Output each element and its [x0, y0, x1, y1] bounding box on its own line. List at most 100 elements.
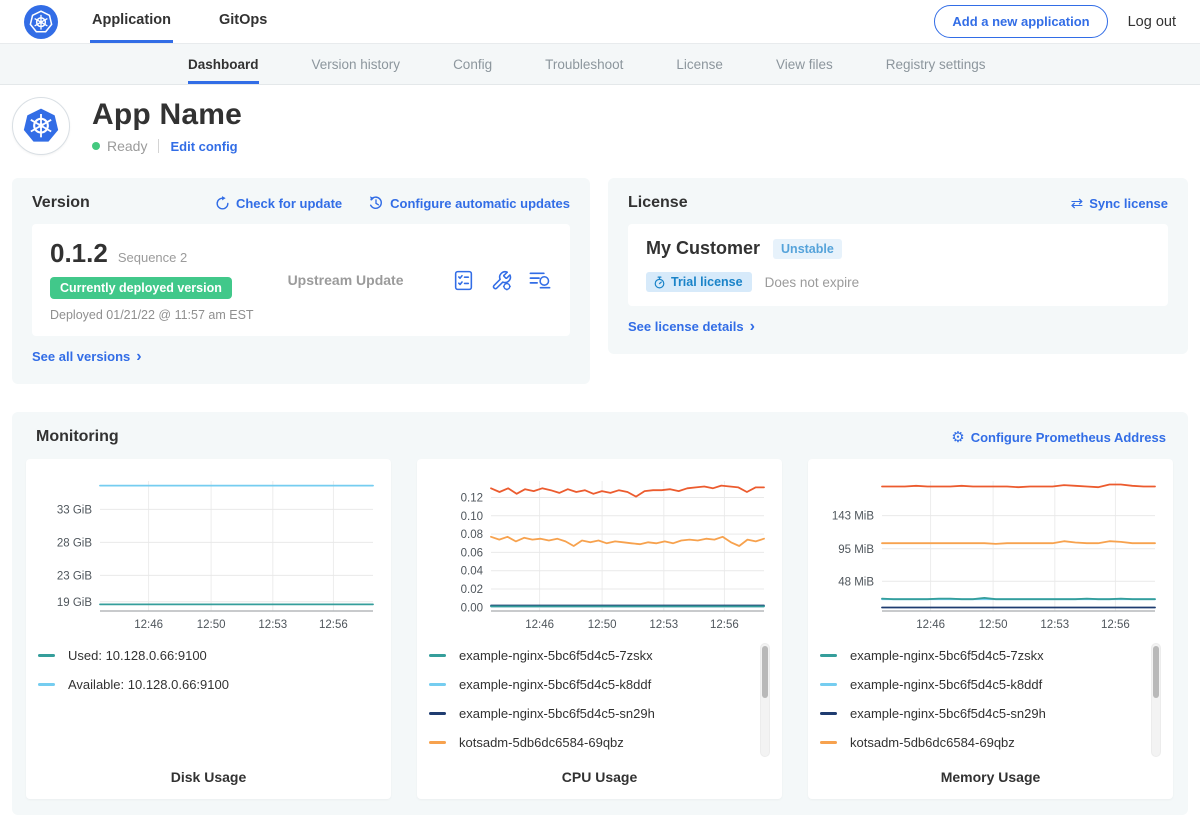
svg-text:28 GiB: 28 GiB [57, 537, 92, 549]
svg-text:12:53: 12:53 [258, 619, 287, 631]
legend-label: example-nginx-5bc6f5d4c5-7zskx [459, 648, 653, 663]
legend-scrollbar[interactable] [760, 643, 770, 757]
legend-label: Available: 10.128.0.66:9100 [68, 677, 229, 692]
legend-color-dash [820, 712, 837, 715]
svg-text:12:46: 12:46 [134, 619, 163, 631]
legend-color-dash [429, 712, 446, 715]
config-diff-button[interactable] [490, 269, 513, 292]
gear-icon: ⚙ [951, 428, 964, 446]
deployed-timestamp: Deployed 01/21/22 @ 11:57 am EST [50, 308, 254, 322]
memory-usage-chart-card: 12:4612:5012:5312:56143 MiB95 MiB48 MiB … [808, 459, 1173, 799]
legend-label: example-nginx-5bc6f5d4c5-7zskx [850, 648, 1044, 663]
trial-license-badge: Trial license [646, 272, 752, 292]
logout-button[interactable]: Log out [1128, 14, 1176, 30]
legend-item: example-nginx-5bc6f5d4c5-sn29h [820, 699, 1145, 728]
legend-color-dash [429, 683, 446, 686]
svg-text:0.00: 0.00 [461, 602, 483, 614]
svg-text:12:50: 12:50 [588, 619, 617, 631]
svg-text:0.04: 0.04 [461, 566, 484, 578]
legend-label: kotsadm-5db6dc6584-69qbz [459, 735, 624, 750]
customer-name: My Customer [646, 238, 760, 259]
sync-icon: ⇄ [1071, 194, 1084, 212]
chart-title: CPU Usage [429, 769, 770, 785]
svg-text:12:56: 12:56 [319, 619, 348, 631]
svg-text:0.02: 0.02 [461, 584, 483, 596]
svg-text:12:53: 12:53 [649, 619, 678, 631]
legend-label: example-nginx-5bc6f5d4c5-k8ddf [850, 677, 1042, 692]
app-icon [12, 97, 70, 155]
legend-color-dash [429, 654, 446, 657]
chart-title: Disk Usage [38, 769, 379, 785]
svg-text:95 MiB: 95 MiB [838, 544, 874, 556]
svg-text:12:50: 12:50 [197, 619, 226, 631]
tab-dashboard[interactable]: Dashboard [188, 44, 259, 84]
top-nav: Application GitOps Add a new application… [0, 0, 1200, 43]
svg-text:48 MiB: 48 MiB [838, 576, 874, 588]
license-card: License ⇄ Sync license My Customer Unsta… [608, 178, 1188, 354]
app-header: App Name Ready Edit config [0, 85, 1200, 170]
legend-color-dash [820, 654, 837, 657]
legend-label: kotsadm-5db6dc6584-69qbz [850, 735, 1015, 750]
legend-scrollbar-thumb[interactable] [1153, 646, 1159, 698]
legend-item: kotsadm-5db6dc6584-69qbz [429, 728, 754, 757]
tab-view-files[interactable]: View files [776, 44, 833, 84]
add-application-button[interactable]: Add a new application [934, 5, 1107, 38]
svg-text:0.10: 0.10 [461, 511, 483, 523]
legend-color-dash [38, 654, 55, 657]
legend-item: example-nginx-5bc6f5d4c5-k8ddf [820, 670, 1145, 699]
version-number: 0.1.2 [50, 238, 108, 269]
configure-automatic-updates-link[interactable]: Configure automatic updates [368, 195, 570, 211]
disk-usage-legend: Used: 10.128.0.66:9100Available: 10.128.… [38, 641, 379, 759]
legend-scrollbar[interactable] [1151, 643, 1161, 757]
legend-scrollbar-thumb[interactable] [762, 646, 768, 698]
current-version-box: 0.1.2 Sequence 2 Currently deployed vers… [32, 224, 570, 336]
legend-item: example-nginx-5bc6f5d4c5-k8ddf [429, 670, 754, 699]
kubernetes-app-icon [21, 106, 61, 146]
currently-deployed-badge: Currently deployed version [50, 277, 232, 299]
tab-registry-settings[interactable]: Registry settings [886, 44, 986, 84]
version-card-title: Version [32, 194, 90, 212]
legend-label: example-nginx-5bc6f5d4c5-sn29h [850, 706, 1046, 721]
chevron-right-icon: › [136, 352, 141, 362]
legend-color-dash [820, 683, 837, 686]
topnav-tab-gitops[interactable]: GitOps [217, 0, 269, 43]
svg-text:12:53: 12:53 [1040, 619, 1069, 631]
checklist-icon [452, 269, 475, 292]
configure-prometheus-link[interactable]: ⚙ Configure Prometheus Address [951, 428, 1166, 446]
license-details-box: My Customer Unstable Trial license Does … [628, 224, 1168, 306]
sequence-label: Sequence 2 [118, 250, 187, 265]
cpu-usage-legend: example-nginx-5bc6f5d4c5-7zskx example-ng… [429, 641, 770, 759]
chevron-right-icon: › [750, 322, 755, 332]
legend-item: example-nginx-5bc6f5d4c5-7zskx [429, 641, 754, 670]
page-title: App Name [92, 98, 242, 132]
svg-text:33 GiB: 33 GiB [57, 504, 92, 516]
tab-license[interactable]: License [676, 44, 723, 84]
check-for-update-link[interactable]: Check for update [215, 196, 342, 211]
deploy-logs-button[interactable] [528, 269, 552, 292]
tab-troubleshoot[interactable]: Troubleshoot [545, 44, 623, 84]
divider [158, 139, 159, 153]
version-card: Version Check for update [12, 178, 590, 384]
tab-version-history[interactable]: Version history [312, 44, 401, 84]
sync-license-link[interactable]: ⇄ Sync license [1071, 194, 1168, 212]
preflight-checks-button[interactable] [452, 269, 475, 292]
edit-config-link[interactable]: Edit config [170, 139, 237, 154]
svg-text:12:50: 12:50 [979, 619, 1008, 631]
version-source-label: Upstream Update [288, 272, 404, 288]
see-license-details-link[interactable]: See license details › [628, 319, 755, 334]
refresh-icon [215, 196, 230, 211]
svg-text:0.12: 0.12 [461, 492, 483, 504]
chart-title: Memory Usage [820, 769, 1161, 785]
svg-text:143 MiB: 143 MiB [832, 511, 875, 523]
svg-text:12:46: 12:46 [916, 619, 945, 631]
tab-config[interactable]: Config [453, 44, 492, 84]
legend-color-dash [429, 741, 446, 744]
stopwatch-icon [653, 276, 666, 289]
see-all-versions-link[interactable]: See all versions › [32, 349, 142, 364]
memory-usage-legend: example-nginx-5bc6f5d4c5-7zskx example-ng… [820, 641, 1161, 759]
channel-badge: Unstable [773, 239, 842, 259]
schedule-icon [368, 195, 384, 211]
kubernetes-logo[interactable] [24, 5, 58, 39]
svg-text:12:46: 12:46 [525, 619, 554, 631]
topnav-tab-application[interactable]: Application [90, 0, 173, 43]
